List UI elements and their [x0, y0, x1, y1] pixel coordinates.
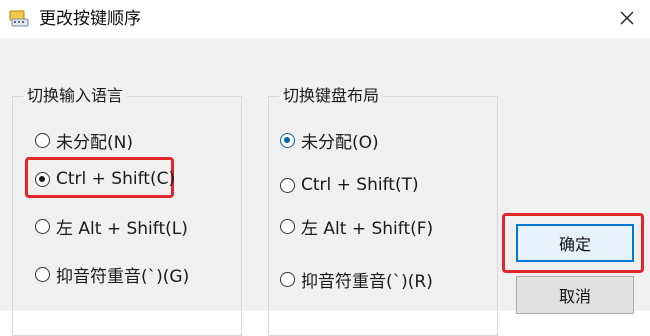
radio-button[interactable] [35, 266, 50, 282]
cancel-button-label: 取消 [558, 287, 591, 306]
close-button[interactable] [604, 0, 650, 36]
dialog-body: 切换输入语言 未分配(N) Ctrl + Shift(C) 左 Alt + Sh… [0, 38, 650, 336]
radio-input-unassigned[interactable]: 未分配(N) [35, 127, 133, 153]
keyboard-app-icon [9, 10, 29, 27]
radio-button[interactable] [280, 218, 295, 234]
radio-button[interactable] [280, 177, 295, 193]
radio-label: Ctrl + Shift(C) [56, 169, 176, 189]
window-title: 更改按键顺序 [39, 9, 141, 29]
radio-label: 左 Alt + Shift(F) [301, 218, 434, 239]
radio-button[interactable] [35, 132, 50, 148]
radio-input-left-alt-shift[interactable]: 左 Alt + Shift(L) [35, 213, 188, 239]
title-bar: 更改按键顺序 [0, 0, 650, 38]
cancel-button[interactable]: 取消 [516, 276, 634, 314]
radio-label: 抑音符重音(`)(G) [56, 266, 190, 287]
radio-label: 未分配(N) [56, 132, 133, 153]
radio-label: Ctrl + Shift(T) [301, 175, 419, 195]
radio-button[interactable] [280, 271, 295, 287]
radio-button[interactable] [35, 171, 50, 187]
radio-layout-unassigned[interactable]: 未分配(O) [280, 127, 379, 153]
radio-button[interactable] [35, 218, 50, 234]
radio-button[interactable] [280, 132, 295, 148]
input-language-group-title: 切换输入语言 [23, 85, 128, 107]
radio-label: 左 Alt + Shift(L) [56, 218, 188, 239]
radio-label: 未分配(O) [301, 132, 379, 153]
radio-layout-ctrl-shift[interactable]: Ctrl + Shift(T) [280, 172, 419, 198]
close-icon [620, 11, 634, 25]
keyboard-layout-group-title: 切换键盘布局 [279, 85, 384, 107]
ok-button[interactable]: 确定 [516, 224, 634, 262]
radio-label: 抑音符重音(`)(R) [301, 271, 433, 292]
radio-input-ctrl-shift[interactable]: Ctrl + Shift(C) [35, 166, 175, 192]
radio-layout-left-alt-shift[interactable]: 左 Alt + Shift(F) [280, 213, 433, 239]
radio-layout-grave-accent[interactable]: 抑音符重音(`)(R) [280, 266, 433, 292]
radio-input-grave-accent[interactable]: 抑音符重音(`)(G) [35, 261, 189, 287]
ok-button-label: 确定 [558, 235, 591, 254]
